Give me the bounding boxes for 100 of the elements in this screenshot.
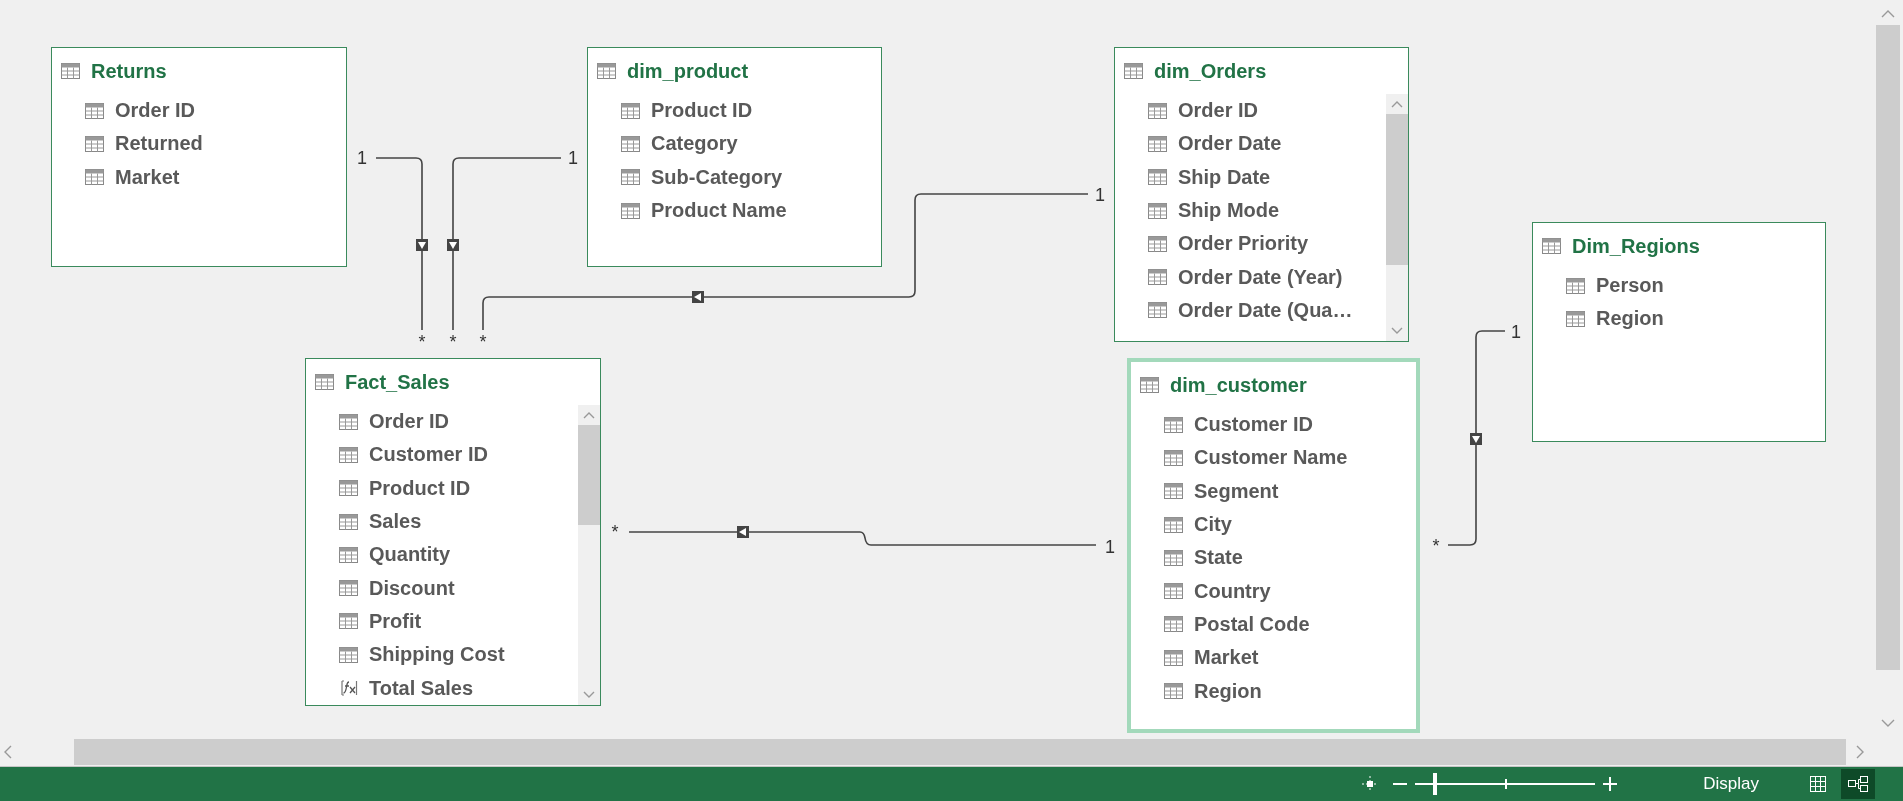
field-name[interactable]: Product Name [651, 199, 787, 223]
field-name[interactable]: Order ID [1178, 99, 1259, 123]
field-name[interactable]: Order Date [1178, 132, 1282, 156]
chevron-up-icon[interactable] [1881, 9, 1895, 18]
table-icon [61, 63, 80, 79]
field-name[interactable]: Quantity [369, 543, 451, 567]
column-icon [1164, 449, 1183, 466]
field-name[interactable]: Person [1596, 274, 1664, 298]
column-icon [339, 613, 358, 630]
field-name[interactable]: Order Date (Qua… [1178, 298, 1353, 322]
field-name[interactable]: Market [115, 165, 180, 189]
scrollbar[interactable] [578, 405, 600, 705]
column-icon [1148, 169, 1167, 186]
field-name[interactable]: State [1194, 546, 1243, 570]
field-name[interactable]: Ship Mode [1178, 199, 1280, 223]
field-name[interactable]: Product ID [369, 476, 471, 500]
cardinality-label: 1 [1511, 322, 1521, 342]
table-card[interactable]: dim_product Product ID Category Sub-Category Product Name [587, 47, 882, 267]
field-name[interactable]: Segment [1194, 479, 1279, 503]
cardinality-label: * [449, 332, 457, 352]
column-icon [339, 513, 358, 530]
table-card[interactable]: Dim_Regions Person Region [1532, 222, 1826, 442]
diagram-view-icon[interactable] [1841, 769, 1875, 799]
column-icon [1148, 102, 1167, 119]
scrollbar[interactable] [1386, 94, 1408, 341]
column-icon [339, 546, 358, 563]
column-icon [1148, 135, 1167, 152]
field-name[interactable]: Returned [115, 132, 203, 156]
field-name[interactable]: Order Date (Year) [1178, 265, 1343, 289]
horizontal-scrollbar[interactable] [74, 739, 1846, 765]
field-name[interactable]: City [1194, 513, 1232, 537]
field-name[interactable]: Product ID [651, 99, 753, 123]
table-card[interactable]: Fact_Sales Order ID Customer ID Product ID Sales Quantity Discount Profit Shipping Cost Total Sales [305, 358, 601, 706]
field-name[interactable]: Discount [369, 576, 455, 600]
field-name[interactable]: Ship Date [1178, 165, 1271, 189]
field-name[interactable]: Category [651, 132, 738, 156]
chevron-right-icon[interactable] [1856, 745, 1865, 759]
relationship-line[interactable] [1447, 330, 1506, 546]
chevron-up-icon[interactable] [1391, 100, 1403, 108]
column-icon [1164, 483, 1183, 500]
column-icon [339, 413, 358, 430]
column-icon [85, 169, 104, 186]
slider-thumb[interactable] [1433, 773, 1438, 795]
table-icon [1124, 63, 1143, 79]
column-icon [1164, 549, 1183, 566]
zoom-slider[interactable] [1415, 773, 1596, 795]
column-icon [1164, 649, 1183, 666]
field-name[interactable]: Region [1194, 679, 1262, 703]
column-icon [339, 480, 358, 497]
table-title: Dim_Regions [1572, 234, 1700, 258]
field-name[interactable]: Postal Code [1194, 612, 1310, 636]
table-icon [597, 63, 616, 79]
cardinality-label: 1 [1105, 537, 1115, 557]
column-icon [339, 580, 358, 597]
field-name[interactable]: Profit [369, 609, 422, 633]
relationship-line[interactable] [375, 157, 428, 331]
chevron-down-icon[interactable] [1881, 719, 1895, 728]
field-name[interactable]: Shipping Cost [369, 643, 505, 667]
field-name[interactable]: Country [1194, 579, 1271, 603]
column-icon [1164, 583, 1183, 600]
table-icon [1542, 238, 1561, 254]
relationship-line[interactable] [482, 193, 1089, 331]
field-name[interactable]: Order ID [369, 410, 450, 434]
table-card[interactable]: Returns Order ID Returned Market [51, 47, 347, 267]
column-icon [1164, 416, 1183, 433]
formula-icon [339, 679, 358, 697]
field-name[interactable]: Sub-Category [651, 165, 783, 189]
field-name[interactable]: Total Sales [369, 676, 474, 700]
column-icon [1164, 683, 1183, 699]
cardinality-label: 1 [357, 148, 367, 168]
field-name[interactable]: Customer ID [369, 443, 488, 467]
chevron-down-icon[interactable] [1391, 327, 1403, 335]
column-icon [621, 135, 640, 152]
column-icon [1148, 202, 1167, 219]
field-name[interactable]: Customer ID [1194, 413, 1313, 437]
chevron-down-icon[interactable] [583, 691, 595, 699]
table-icon [1140, 377, 1159, 393]
relationship-line[interactable] [447, 157, 562, 331]
table-card[interactable]: dim_customer Customer ID Customer Name Segment City State Country Postal Code Market Region [1127, 358, 1420, 733]
field-name[interactable]: Order Priority [1178, 232, 1309, 256]
field-name[interactable]: Customer Name [1194, 446, 1348, 470]
field-name[interactable]: Region [1596, 307, 1664, 331]
column-icon [1164, 516, 1183, 533]
column-icon [85, 102, 104, 119]
cardinality-label: * [611, 522, 619, 542]
relationship-line[interactable] [628, 526, 1097, 546]
field-name[interactable]: Market [1194, 646, 1259, 670]
column-icon [85, 135, 104, 152]
table-title: Fact_Sales [345, 370, 450, 394]
table-title: Returns [91, 59, 167, 83]
field-name[interactable]: Order ID [115, 99, 196, 123]
column-icon [339, 446, 358, 463]
chevron-up-icon[interactable] [583, 411, 595, 419]
zoom-in-icon[interactable] [1603, 777, 1618, 791]
column-icon [1148, 302, 1167, 319]
table-card[interactable]: dim_Orders Order ID Order Date Ship Date Ship Mode Order Priority Order Date (Year) Order Date (Qua… [1114, 47, 1409, 342]
chevron-left-icon[interactable] [3, 745, 12, 759]
field-name[interactable]: Sales [369, 510, 422, 534]
cardinality-label: * [479, 332, 487, 352]
column-icon [1566, 310, 1585, 327]
